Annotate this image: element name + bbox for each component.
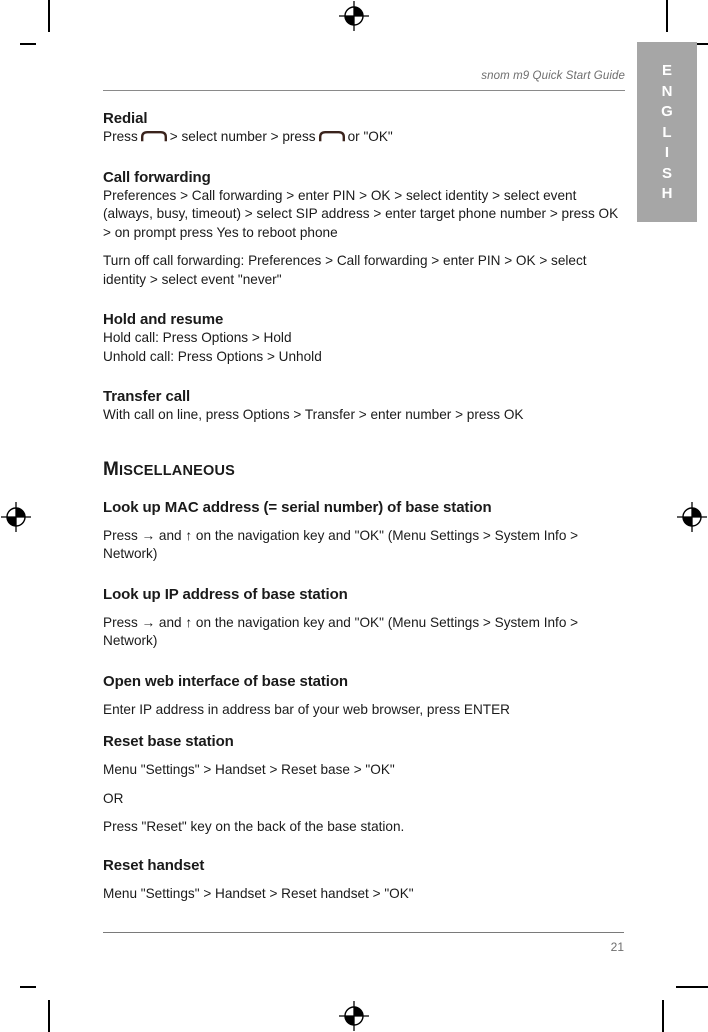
call-forwarding-paragraph-2: Turn off call forwarding: Preferences > … xyxy=(103,253,587,287)
handset-icon xyxy=(140,131,167,142)
language-tab-letter: N xyxy=(661,82,673,100)
call-forwarding-paragraph-1: Preferences > Call forwarding > enter PI… xyxy=(103,187,619,240)
language-tab-letter: G xyxy=(661,103,673,120)
section-title-hold-and-resume: Hold and resume xyxy=(103,311,224,328)
crop-mark-bottom-right-vertical xyxy=(662,1000,664,1032)
section-web-interface: Open web interface of base station Enter… xyxy=(103,673,623,720)
hold-call-line: Hold call: Press Options > Hold xyxy=(103,330,292,345)
header-divider xyxy=(103,90,625,91)
unhold-call-line: Unhold call: Press Options > Unhold xyxy=(103,348,322,364)
reset-base-line-or: OR xyxy=(103,790,124,806)
reset-base-line-1: Menu "Settings" > Handset > Reset base >… xyxy=(103,762,395,777)
redial-text-pre: Press xyxy=(103,129,138,144)
crop-mark-bottom-left-horizontal xyxy=(20,986,36,988)
crop-mark-top-left-vertical xyxy=(48,0,50,32)
reset-handset-line: Menu "Settings" > Handset > Reset handse… xyxy=(103,885,414,901)
page-number: 21 xyxy=(610,940,624,954)
crop-mark-bottom-right-horizontal xyxy=(676,986,708,988)
section-mac-address: Look up MAC address (= serial number) of… xyxy=(103,499,623,564)
printed-page: E N G L I S H snom m9 Quick Start Guide … xyxy=(0,0,708,1032)
crop-mark-bottom-left-vertical xyxy=(48,1000,50,1032)
footer-divider xyxy=(103,932,624,933)
chapter-title-initial: M xyxy=(103,458,120,480)
section-redial: Redial Press > select number > press or "O… xyxy=(103,110,623,147)
language-tab: E N G L I S H xyxy=(637,42,697,222)
section-call-forwarding: Call forwarding Preferences > Call forwa… xyxy=(103,169,623,290)
language-tab-letter: S xyxy=(661,164,672,182)
section-transfer-call: Transfer call With call on line, press O… xyxy=(103,388,623,425)
chapter-miscellaneous: MISCELLANEOUS xyxy=(103,459,623,481)
section-title-call-forwarding: Call forwarding xyxy=(103,168,211,186)
section-title-redial: Redial xyxy=(103,110,148,127)
chapter-title-rest: ISCELLANEOUS xyxy=(119,462,236,479)
handset-icon xyxy=(318,131,345,142)
section-ip-address: Look up IP address of base station Press… xyxy=(103,586,623,651)
chapter-title-miscellaneous: MISCELLANEOUS xyxy=(103,459,623,481)
section-title-mac-address: Look up MAC address (= serial number) of… xyxy=(103,498,492,516)
page-content: Redial Press > select number > press or "O… xyxy=(103,110,623,903)
crop-mark-top-right-vertical xyxy=(666,0,668,32)
web-interface-line: Enter IP address in address bar of your … xyxy=(103,701,510,717)
registration-target-bottom-icon xyxy=(339,1001,369,1031)
header-title: snom m9 Quick Start Guide xyxy=(481,70,625,82)
section-title-web-interface: Open web interface of base station xyxy=(103,672,348,690)
registration-target-right-icon xyxy=(677,502,707,532)
section-reset-base-station: Reset base station Menu "Settings" > Han… xyxy=(103,733,623,837)
mac-address-line: Press → and ↑ on the navigation key and … xyxy=(103,527,579,562)
language-tab-letter: E xyxy=(661,62,672,79)
section-hold-and-resume: Hold and resume Hold call: Press Options… xyxy=(103,311,623,366)
reset-base-line-3: Press "Reset" key on the back of the bas… xyxy=(103,819,405,834)
language-tab-letter: I xyxy=(664,144,670,161)
section-title-reset-base-station: Reset base station xyxy=(103,733,234,750)
redial-text-post: or "OK" xyxy=(347,129,393,144)
section-title-ip-address: Look up IP address of base station xyxy=(103,585,348,603)
registration-target-left-icon xyxy=(1,502,31,532)
language-tab-letter: L xyxy=(662,123,672,141)
section-title-transfer-call: Transfer call xyxy=(103,388,191,405)
registration-target-top-icon xyxy=(339,1,369,31)
running-header: snom m9 Quick Start Guide xyxy=(103,66,625,84)
transfer-call-line: With call on line, press Options > Trans… xyxy=(103,407,524,422)
language-tab-letter: H xyxy=(661,185,673,202)
section-title-reset-handset: Reset handset xyxy=(103,856,205,874)
ip-address-line: Press → and ↑ on the navigation key and … xyxy=(103,614,579,649)
redial-instruction: Press > select number > press or "OK" xyxy=(103,128,623,147)
section-reset-handset: Reset handset Menu "Settings" > Handset … xyxy=(103,857,623,904)
redial-text-mid: > select number > press xyxy=(169,129,316,144)
crop-mark-top-left-horizontal xyxy=(20,43,36,45)
